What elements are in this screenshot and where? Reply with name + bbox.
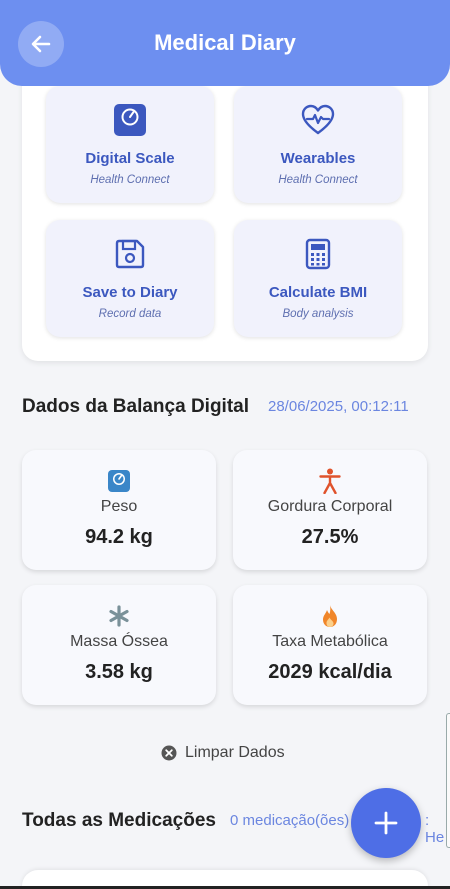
metabolic-rate-card: Taxa Metabólica 2029 kcal/dia [233, 585, 427, 705]
action-title: Calculate BMI [268, 284, 368, 301]
action-title: Save to Diary [82, 284, 178, 301]
clear-data-button[interactable]: Limpar Dados [161, 742, 285, 764]
medications-title: Todas as Medicações [22, 810, 216, 831]
action-title: Digital Scale [85, 150, 175, 167]
bone-icon [109, 605, 129, 627]
flame-icon [323, 605, 337, 627]
plus-icon [374, 811, 398, 835]
save-icon [115, 239, 145, 269]
bone-mass-card: Massa Óssea 3.58 kg [22, 585, 216, 705]
save-to-diary-button[interactable]: Save to Diary Record data [46, 220, 214, 337]
action-subtitle: Body analysis [282, 308, 354, 320]
page-title: Medical Diary [154, 30, 296, 55]
action-subtitle: Record data [98, 308, 162, 320]
stat-value: 27.5% [301, 526, 359, 548]
clear-data-label: Limpar Dados [185, 744, 285, 761]
heart-pulse-icon [301, 104, 335, 135]
stat-value: 94.2 kg [85, 526, 153, 548]
close-circle-icon [161, 745, 177, 761]
body-fat-card: Gordura Corporal 27.5% [233, 450, 427, 570]
stat-label: Massa Óssea [70, 633, 168, 650]
stat-value: 2029 kcal/dia [268, 661, 392, 683]
wearables-button[interactable]: Wearables Health Connect [234, 86, 402, 203]
calculate-bmi-button[interactable]: Calculate BMI Body analysis [234, 220, 402, 337]
quick-actions-card: Digital Scale Health Connect Wearables H… [22, 60, 428, 361]
calculator-icon [305, 238, 331, 270]
app-header: Medical Diary [0, 0, 450, 86]
action-subtitle: Health Connect [90, 174, 170, 186]
horizontal-scroll-edge[interactable] [446, 713, 450, 848]
action-title: Wearables [280, 150, 356, 167]
body-icon [319, 468, 341, 494]
add-medication-button[interactable] [351, 788, 421, 858]
action-subtitle: Health Connect [278, 174, 358, 186]
stat-label: Taxa Metabólica [272, 633, 388, 650]
weight-card: Peso 94.2 kg [22, 450, 216, 570]
medications-count: 0 medicação(ões) [230, 812, 350, 829]
stat-label: Peso [100, 498, 138, 515]
scale-icon [114, 104, 146, 136]
stat-value: 3.58 kg [85, 661, 153, 683]
scale-icon [108, 470, 130, 492]
scale-section-title: Dados da Balança Digital [22, 396, 250, 417]
stat-label: Gordura Corporal [267, 498, 393, 515]
digital-scale-button[interactable]: Digital Scale Health Connect [46, 86, 214, 203]
scale-timestamp: 28/06/2025, 00:12:11 [268, 398, 409, 415]
